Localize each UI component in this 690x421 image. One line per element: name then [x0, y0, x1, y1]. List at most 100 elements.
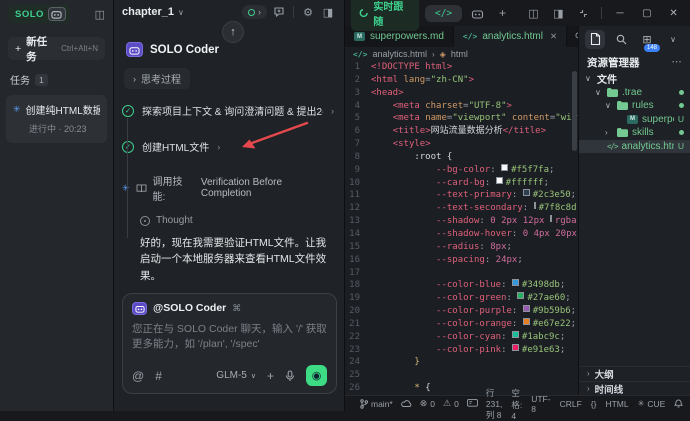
sync-item[interactable]: [401, 400, 412, 408]
code-line: 14 --shadow-hover: 0 4px 20px r: [345, 228, 578, 241]
color-swatch-icon: [523, 189, 530, 196]
step-label: 创建HTML文件: [142, 139, 209, 154]
color-swatch-icon: [512, 279, 519, 286]
extensions-view-icon[interactable]: ⊞ 148: [637, 30, 657, 49]
code-line: 24 }: [345, 356, 578, 369]
code-line: 7 <style>: [345, 138, 578, 151]
microphone-icon[interactable]: [285, 370, 295, 382]
task-status: 进行中 · 20:23: [29, 122, 100, 135]
chat-input-placeholder[interactable]: 您正在与 SOLO Coder 聊天，输入 '/' 获取更多能力，如 '/pla…: [132, 322, 328, 354]
git-branch-item[interactable]: main*: [360, 399, 393, 409]
tree-item-label: rules: [632, 100, 675, 111]
formatter-item[interactable]: ✳ CUE: [638, 399, 666, 409]
mention-icon[interactable]: @: [132, 369, 144, 383]
breadcrumb-file[interactable]: analytics.html: [372, 49, 427, 59]
symbol-icon: ◈: [440, 50, 446, 59]
chat-input-card[interactable]: @SOLO Coder ⌘ 您正在与 SOLO Coder 聊天，输入 '/' …: [122, 293, 337, 395]
close-button[interactable]: ✕: [663, 8, 684, 19]
markdown-file-icon: M: [354, 32, 365, 41]
skill-call-row[interactable]: ✳ 调用技能: Verification Before Completion: [114, 167, 344, 205]
scroll-to-top-button[interactable]: ↑: [222, 21, 244, 43]
stop-send-button[interactable]: ◉: [306, 365, 327, 386]
toggle-panel-icon[interactable]: ◨: [549, 7, 568, 20]
tree-item-analytics-html[interactable]: </>analytics.htmlU: [579, 140, 690, 154]
new-chat-icon[interactable]: [271, 6, 287, 18]
error-count: 0: [430, 399, 435, 409]
color-swatch-icon: [512, 344, 519, 351]
tree-item-label: superpowers...: [642, 114, 674, 125]
session-title[interactable]: chapter_1: [122, 6, 174, 18]
remote-terminal-item[interactable]: [467, 399, 478, 408]
tree-item-superpowers-[interactable]: Msuperpowers...U: [579, 113, 690, 127]
code-editor[interactable]: 1<!DOCTYPE html>2<html lang="zh-CN">3<he…: [345, 61, 578, 395]
tab-label: analytics.html: [482, 31, 543, 42]
step-explore[interactable]: ✓ 探索项目上下文 & 询问澄清问题 & 提出2-3种设计方... ›: [114, 98, 344, 123]
editor-scrollbar[interactable]: [572, 71, 577, 151]
shrink-window-icon[interactable]: [574, 9, 593, 18]
cursor-position[interactable]: 行 231, 列 8: [486, 387, 503, 421]
terminal-monitor-icon: [467, 399, 478, 408]
record-circle-icon: ◉: [312, 369, 322, 382]
tree-item--trae[interactable]: ∨.trae: [579, 86, 690, 100]
explorer-panel: ⊞ 148 ∨ 资源管理器 ⋯ ∨文件∨.trae∨rulesMsuperpow…: [578, 26, 690, 395]
shortcut-icon: ⌘: [232, 303, 241, 314]
notifications-item[interactable]: [674, 399, 683, 409]
tree-item--[interactable]: ∨文件: [579, 72, 690, 86]
context-hash-icon[interactable]: #: [155, 369, 162, 383]
file-type-icon: </>: [353, 50, 367, 59]
agent-name: SOLO Coder: [150, 44, 219, 56]
settings-gear-icon[interactable]: ⚙: [300, 6, 316, 19]
thinking-process-toggle[interactable]: › 思考过程: [124, 68, 190, 89]
formatter-label: CUE: [647, 399, 665, 409]
add-view-icon[interactable]: +: [493, 6, 512, 20]
files-view-icon[interactable]: [585, 30, 605, 49]
outline-section[interactable]: › 大纲: [579, 366, 690, 380]
session-chevron-icon[interactable]: ∨: [178, 8, 184, 17]
split-editor-icon[interactable]: ◫: [524, 7, 543, 20]
thought-row[interactable]: Thought: [140, 215, 344, 226]
explorer-more-icon[interactable]: ⋯: [672, 56, 683, 68]
language-mode[interactable]: HTML: [605, 399, 628, 409]
add-attachment-icon[interactable]: +: [267, 369, 274, 383]
code-view-button[interactable]: </>: [425, 5, 462, 22]
minimize-button[interactable]: ─: [610, 8, 631, 19]
git-status-badge: U: [678, 141, 684, 151]
search-view-icon[interactable]: [611, 30, 631, 49]
warnings-item[interactable]: ⚠ 0: [443, 398, 459, 409]
model-selector[interactable]: GLM-5 ∨: [216, 370, 256, 381]
tree-item-skills[interactable]: ›skills: [579, 126, 690, 140]
color-swatch-icon: [501, 164, 508, 171]
close-tab-icon[interactable]: ✕: [550, 31, 557, 42]
indentation[interactable]: 空格: 4: [511, 387, 522, 421]
markdown-file-icon: M: [627, 115, 638, 124]
eol-sequence[interactable]: CRLF: [560, 399, 582, 409]
layout-panel-icon[interactable]: ◨: [320, 6, 336, 19]
maximize-button[interactable]: ▢: [636, 8, 657, 19]
new-task-button[interactable]: + 新任务 Ctrl+Alt+N: [8, 37, 105, 60]
warning-icon: ⚠: [443, 398, 451, 409]
task-spinner-icon: ✳: [13, 104, 21, 115]
task-item[interactable]: ✳ 创建纯HTML数据... 进行中 · 20:23: [6, 95, 107, 143]
editor-tabbar: M superpowers.md </> analytics.html ✕ ⟳ …: [345, 26, 578, 47]
solo-browser-icon[interactable]: [468, 8, 487, 19]
run-status-pill[interactable]: ›: [242, 5, 267, 19]
formatter-icon: ✳: [638, 399, 645, 408]
breadcrumb-node[interactable]: html: [451, 49, 468, 59]
folder-icon: [607, 88, 618, 97]
solo-mode-toggle[interactable]: SOLO: [8, 5, 70, 23]
brackets-indicator[interactable]: {}: [591, 399, 597, 409]
code-line: 1<!DOCTYPE html>: [345, 61, 578, 74]
tree-item-rules[interactable]: ∨rules: [579, 99, 690, 113]
errors-item[interactable]: ⊗ 0: [420, 398, 435, 409]
model-name: GLM-5: [216, 370, 247, 381]
step-create-html[interactable]: ✓ 创建HTML文件 ›: [114, 134, 344, 159]
thought-icon: [140, 216, 150, 226]
branch-icon: [360, 399, 368, 409]
mention-chip[interactable]: @SOLO Coder: [153, 302, 226, 314]
more-views-chevron-icon[interactable]: ∨: [663, 30, 683, 49]
panel-toggle-icon[interactable]: ◫: [95, 8, 105, 21]
solo-robot-icon: [48, 7, 66, 21]
tab-superpowers-md[interactable]: M superpowers.md: [345, 26, 454, 47]
color-swatch-icon: [550, 215, 552, 222]
tab-analytics-html[interactable]: </> analytics.html ✕: [454, 26, 567, 47]
